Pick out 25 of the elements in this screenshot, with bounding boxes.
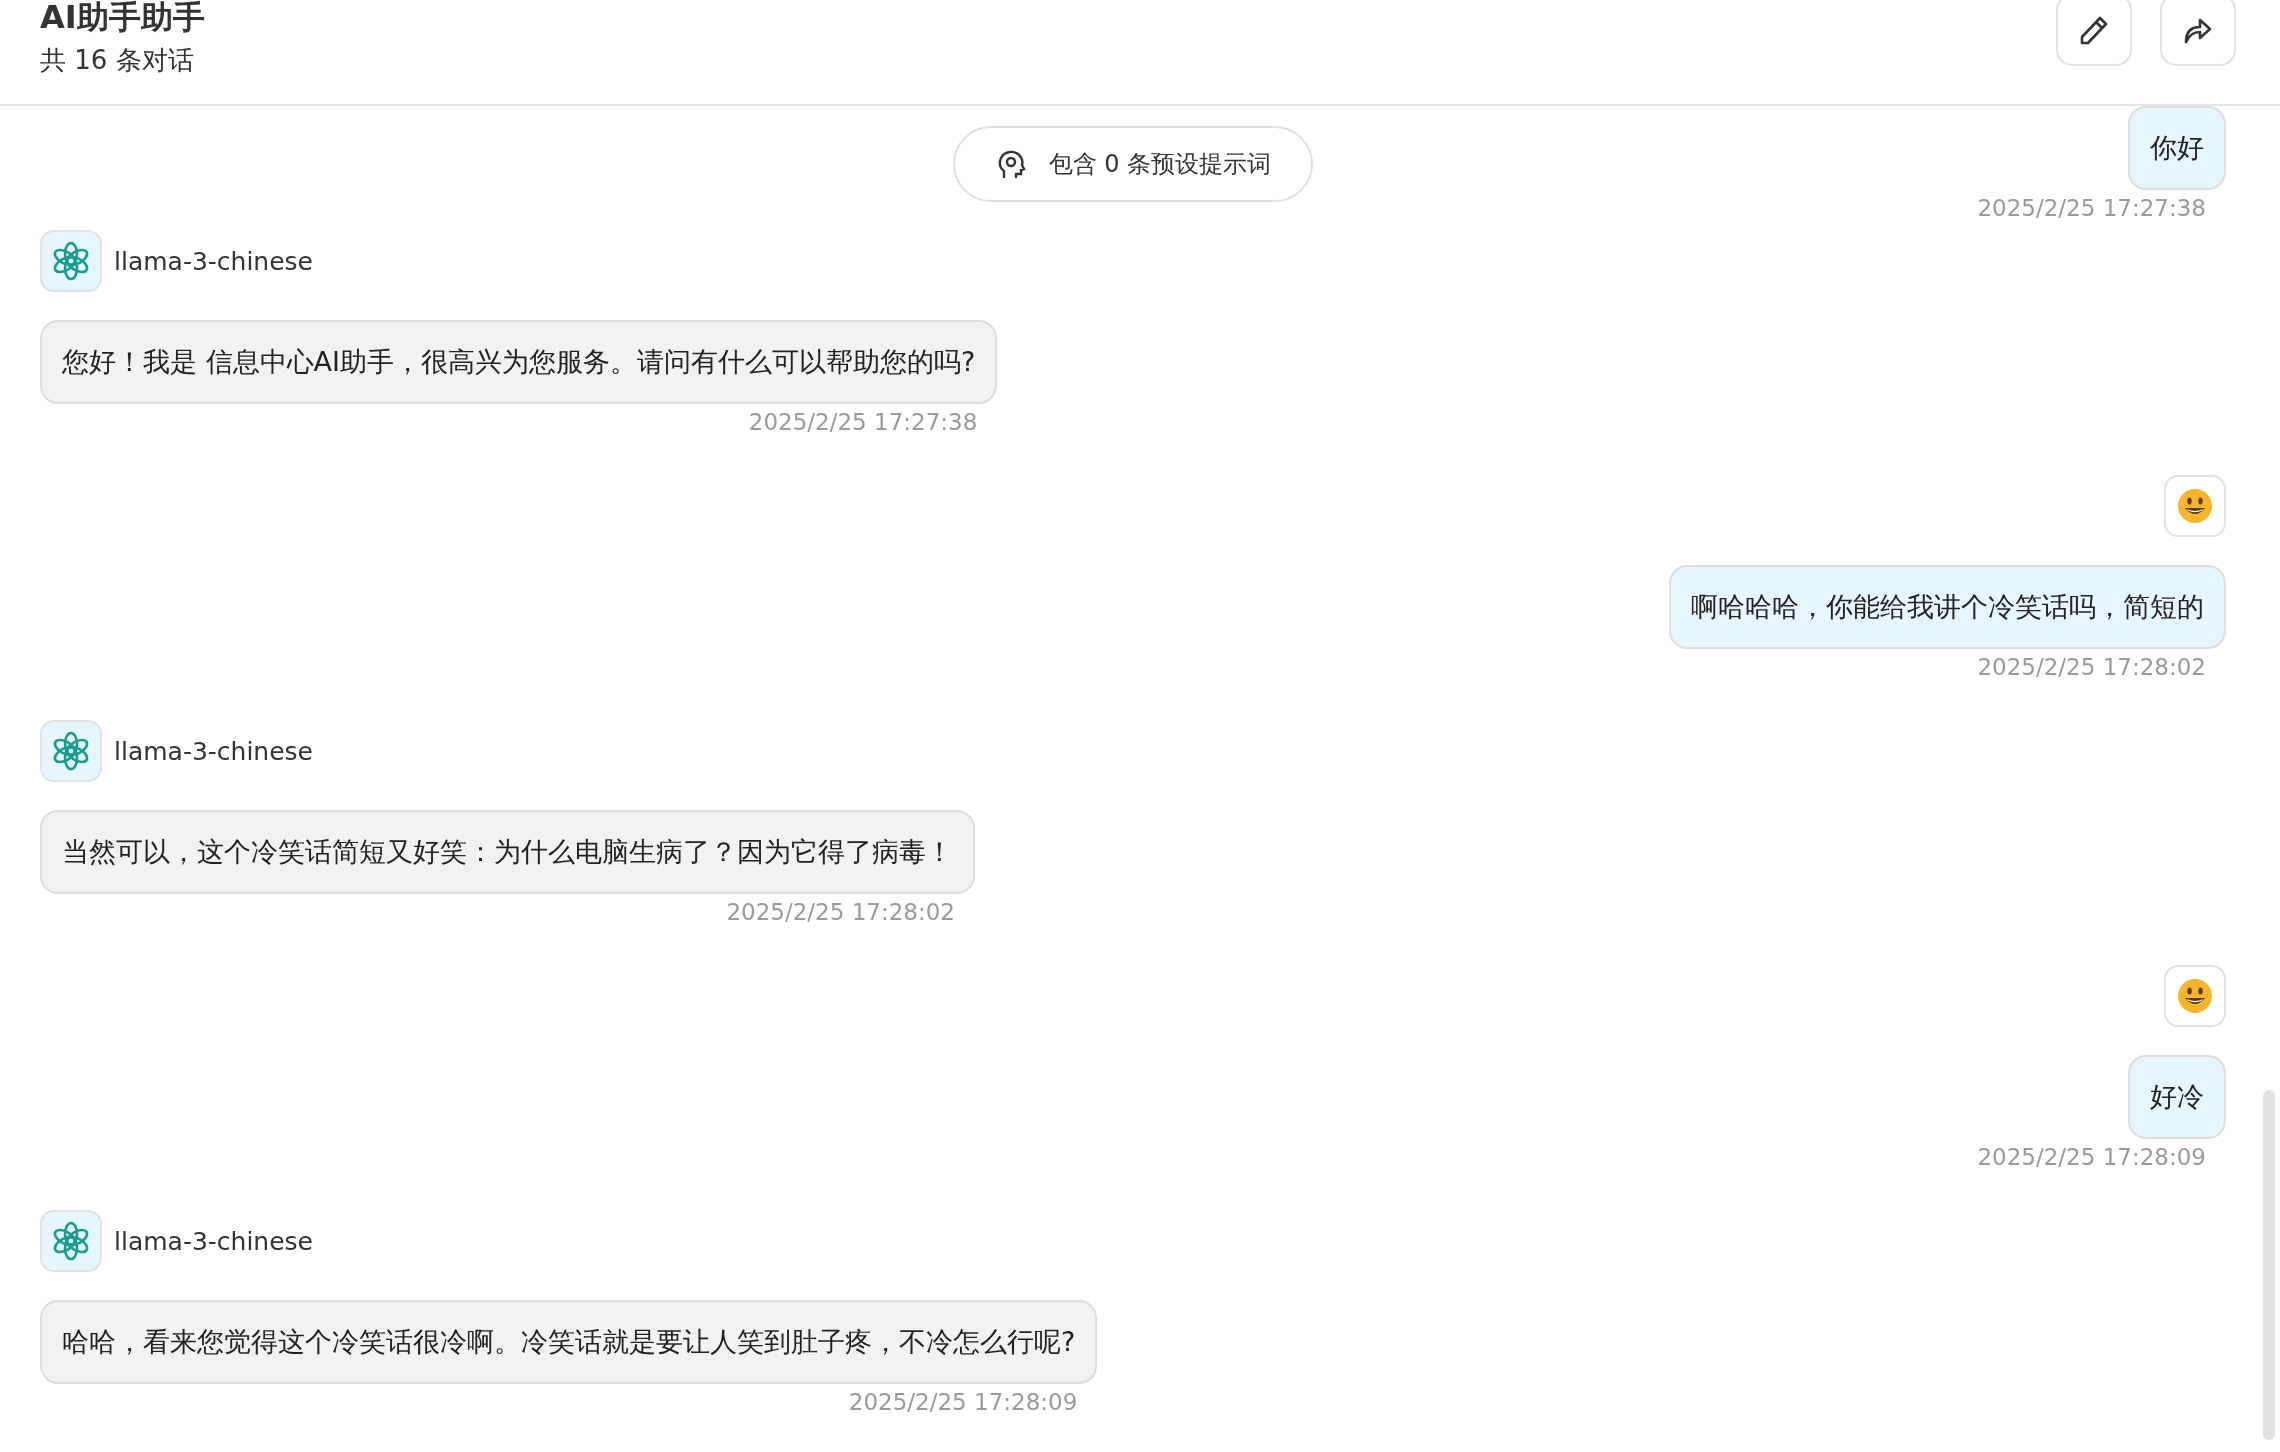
user-message: 你好: [2128, 106, 2226, 190]
bot-message: 哈哈，看来您觉得这个冷笑话很冷啊。冷笑话就是要让人笑到肚子疼，不冷怎么行呢?: [40, 1300, 1098, 1384]
chat-count: 共 16 条对话: [40, 44, 195, 76]
preset-prompt-button[interactable]: 包含 0 条预设提示词: [952, 126, 1314, 202]
message-time: 2025/2/25 17:28:02: [1977, 653, 2207, 681]
pencil-icon: [2079, 14, 2109, 46]
model-name: llama-3-chinese: [114, 736, 313, 766]
message-time: 2025/2/25 17:28:02: [726, 898, 956, 926]
edit-button[interactable]: [2056, 0, 2132, 66]
user-message: 啊哈哈哈，你能给我讲个冷笑话吗，简短的: [1669, 565, 2226, 649]
smiley-face-icon: [2177, 488, 2213, 524]
message-time: 2025/2/25 17:28:09: [848, 1388, 1079, 1416]
message-time: 2025/2/25 17:27:38: [1977, 194, 2207, 222]
bot-message: 您好！我是 信息中心AI助手，很高兴为您服务。请问有什么可以帮助您的吗?: [40, 320, 998, 404]
model-name: llama-3-chinese: [114, 246, 313, 276]
model-name: llama-3-chinese: [114, 1226, 313, 1256]
bot-message: 当然可以，这个冷笑话简短又好笑：为什么电脑生病了？因为它得了病毒！: [40, 810, 975, 894]
message-time: 2025/2/25 17:28:09: [1977, 1143, 2207, 1171]
share-arrow-icon: [2183, 16, 2213, 44]
message-time: 2025/2/25 17:27:38: [748, 408, 979, 436]
scrollbar[interactable]: [2263, 1090, 2275, 1440]
smiley-face-icon: [2177, 978, 2213, 1014]
chat-title: AI助手助手: [40, 0, 205, 34]
share-button[interactable]: [2160, 0, 2236, 66]
user-message: 好冷: [2128, 1055, 2226, 1139]
